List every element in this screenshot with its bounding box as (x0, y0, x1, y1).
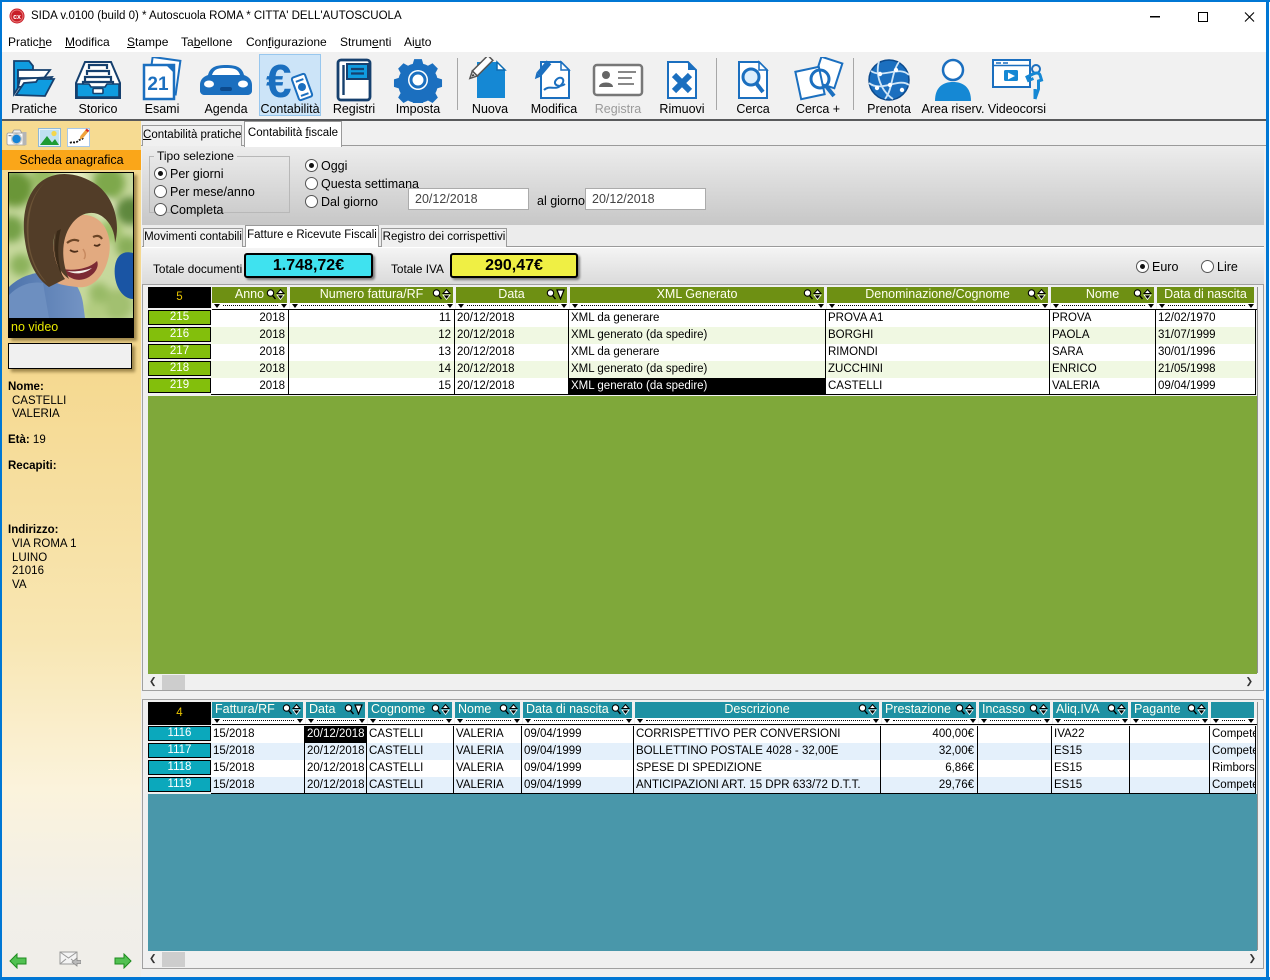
svg-text:21: 21 (147, 74, 169, 95)
svg-text:cx: cx (13, 14, 21, 21)
svg-text:€: € (266, 57, 292, 103)
